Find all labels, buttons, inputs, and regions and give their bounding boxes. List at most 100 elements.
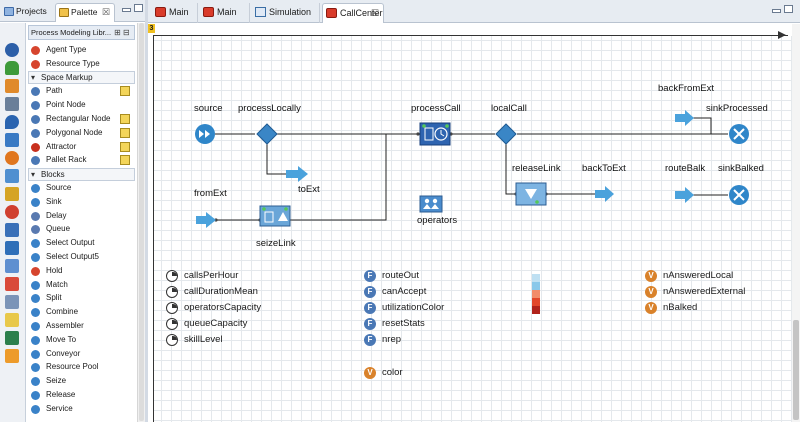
palette-item[interactable]: Sink [26, 195, 137, 209]
palette-item[interactable]: Agent Type [26, 43, 137, 57]
pictures-icon[interactable] [5, 277, 19, 291]
fluid-library-icon[interactable] [5, 97, 19, 111]
parameter-icon [166, 302, 178, 314]
tab-projects[interactable]: Projects [1, 3, 53, 22]
analysis-icon[interactable] [5, 205, 19, 219]
parameter-item[interactable]: callDurationMean [166, 285, 258, 299]
palette-item[interactable]: Move To [26, 333, 137, 347]
parameter-item[interactable]: skillLevel [166, 333, 223, 347]
function-item[interactable]: FrouteOut [364, 269, 419, 283]
agent-icon [326, 8, 337, 18]
palette-item[interactable]: Combine [26, 305, 137, 319]
parameter-item[interactable]: queueCapacity [166, 317, 247, 331]
projects-icon [4, 7, 14, 16]
simulation-icon [255, 7, 266, 17]
parameter-label: operatorsCapacity [184, 302, 262, 313]
resource-type-icon [31, 59, 40, 69]
connectivity-icon[interactable] [5, 259, 19, 273]
color-scale-swatch-1 [532, 274, 540, 282]
palette-section-header[interactable]: Space Markup [28, 71, 135, 85]
palette-item[interactable]: Rectangular Node [26, 112, 137, 126]
palette-item[interactable]: Match [26, 278, 137, 292]
palette-item[interactable]: Source [26, 181, 137, 195]
palette-item[interactable]: Hold [26, 264, 137, 278]
parameter-item[interactable]: operatorsCapacity [166, 301, 261, 315]
palette-scroll-thumb[interactable] [139, 23, 144, 421]
function-item[interactable]: FcanAccept [364, 285, 426, 299]
database-icon[interactable] [5, 331, 19, 345]
function-item[interactable]: Fnrep [364, 333, 401, 347]
drawing-mode-pencil-icon[interactable] [120, 155, 130, 166]
palette-item[interactable]: Attractor [26, 140, 137, 154]
label-toext: toExt [298, 184, 320, 195]
maximize-icon[interactable] [134, 4, 143, 12]
function-item[interactable]: FutilizationColor [364, 301, 444, 315]
parameter-item[interactable]: callsPerHour [166, 269, 238, 283]
palette-item[interactable]: Resource Pool [26, 360, 137, 374]
palette-item-label: Queue [46, 224, 71, 234]
rail-library-icon[interactable] [5, 79, 19, 93]
palette-item[interactable]: Delay [26, 209, 137, 223]
source-block [195, 124, 215, 144]
palette-scrollbar[interactable] [137, 23, 145, 422]
road-library-icon[interactable] [5, 115, 19, 129]
tab-main-2[interactable]: Main [200, 3, 250, 23]
palette-item[interactable]: Service [26, 402, 137, 416]
palette-item[interactable]: Assembler [26, 319, 137, 333]
canvas-scrollbar[interactable] [792, 24, 800, 422]
palette-item[interactable]: Seize [26, 374, 137, 388]
parameter-label: callsPerHour [184, 270, 239, 281]
palette-item[interactable]: Resource Type [26, 57, 137, 71]
conveyor-icon [31, 349, 40, 359]
drawing-mode-pencil-icon[interactable] [120, 86, 130, 97]
markup-icon[interactable] [5, 349, 19, 363]
palette-item[interactable]: Path [26, 84, 137, 98]
label-operators: operators [417, 215, 458, 226]
presentation-icon[interactable] [5, 223, 19, 237]
routebalk-enter-block [675, 187, 694, 203]
drawing-mode-pencil-icon[interactable] [120, 127, 130, 138]
variable-item[interactable]: Vcolor [364, 366, 403, 380]
maximize-icon[interactable] [784, 5, 793, 13]
controls-icon[interactable] [5, 241, 19, 255]
close-icon[interactable]: ☒ [102, 4, 110, 21]
tab-callcenter[interactable]: CallCenter ☒ [322, 3, 384, 23]
palette-item[interactable]: Release [26, 388, 137, 402]
palette-item[interactable]: Select Output [26, 236, 137, 250]
library-view-buttons[interactable]: ⊞ ⊟ [114, 28, 130, 37]
3d-objects-icon[interactable] [5, 295, 19, 309]
palette-item[interactable]: Point Node [26, 98, 137, 112]
service-icon [31, 404, 40, 414]
palette-item-label: Point Node [46, 100, 86, 110]
tab-palette[interactable]: Palette ☒ [55, 3, 115, 22]
palette-item[interactable]: Conveyor [26, 347, 137, 361]
pedestrian-library-icon[interactable] [5, 61, 19, 75]
minimize-icon[interactable] [772, 9, 781, 13]
drawing-mode-pencil-icon[interactable] [120, 141, 130, 152]
variable-item[interactable]: VnAnsweredExternal [645, 285, 745, 299]
palette-item[interactable]: Queue [26, 222, 137, 236]
statechart-icon[interactable] [5, 151, 19, 165]
palette-section-header[interactable]: Blocks [28, 167, 135, 181]
canvas-scroll-thumb[interactable] [793, 320, 799, 420]
actions-icon[interactable] [5, 313, 19, 327]
tab-main-1[interactable]: Main [152, 3, 198, 23]
system-dynamics-icon[interactable] [5, 187, 19, 201]
palette-item-label: Split [46, 293, 62, 303]
palette-item[interactable]: Pallet Rack [26, 153, 137, 167]
palette-item[interactable]: Polygonal Node [26, 126, 137, 140]
palette-item[interactable]: Select Output5 [26, 250, 137, 264]
close-icon[interactable]: ☒ [371, 4, 379, 22]
process-library-icon[interactable] [5, 43, 19, 57]
drawing-mode-pencil-icon[interactable] [120, 114, 130, 124]
variable-item[interactable]: VnAnsweredLocal [645, 269, 733, 283]
function-item[interactable]: FresetStats [364, 317, 425, 331]
minimize-icon[interactable] [122, 8, 131, 12]
tab-simulation[interactable]: Simulation [252, 3, 320, 23]
diagram-canvas[interactable]: 3 source processLocally processCall loca… [148, 24, 792, 422]
palette-category-strip [0, 23, 26, 422]
variable-item[interactable]: VnBalked [645, 301, 697, 315]
agent-palette-icon[interactable] [5, 169, 19, 183]
material-library-icon[interactable] [5, 133, 19, 147]
palette-item[interactable]: Split [26, 291, 137, 305]
